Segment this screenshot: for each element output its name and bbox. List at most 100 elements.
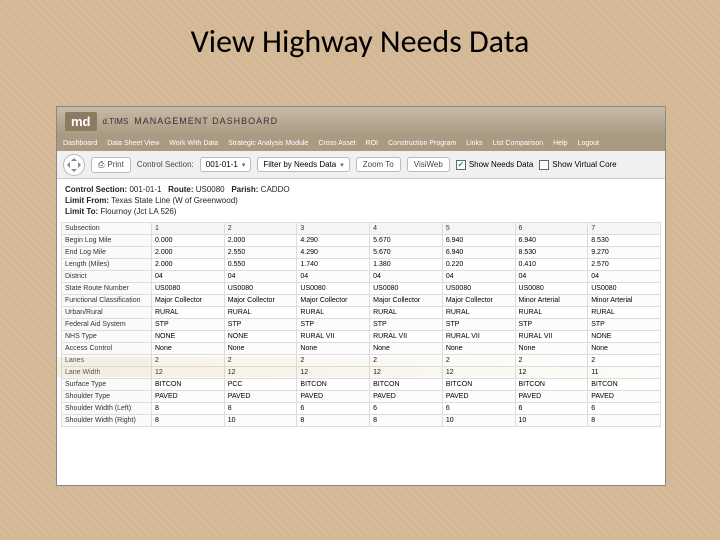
- table-row: Length (Miles)2.0000.5501.7401.3800.2200…: [62, 259, 661, 271]
- cell: 10: [224, 415, 297, 427]
- brand-bar: md d.TIMS MANAGEMENT DASHBOARD: [57, 107, 665, 135]
- row-label: Federal Aid System: [62, 319, 152, 331]
- control-section-label: Control Section:: [137, 160, 194, 169]
- cell: 2.570: [588, 259, 661, 271]
- cell: 8: [152, 415, 225, 427]
- menu-item[interactable]: Logout: [578, 140, 599, 147]
- cell: 2: [370, 355, 443, 367]
- cell: 10: [442, 415, 515, 427]
- cell: 12: [442, 367, 515, 379]
- menu-item[interactable]: Help: [553, 140, 567, 147]
- column-header: 3: [297, 223, 370, 235]
- cell: 04: [515, 271, 588, 283]
- cell: 2: [224, 355, 297, 367]
- row-label: Lane Width: [62, 367, 152, 379]
- cell: BITCON: [152, 379, 225, 391]
- cell: STP: [515, 319, 588, 331]
- cell: RURAL: [224, 307, 297, 319]
- cell: RURAL: [588, 307, 661, 319]
- cell: 2: [297, 355, 370, 367]
- cell: US0080: [224, 283, 297, 295]
- cell: RURAL VII: [297, 331, 370, 343]
- table-row: Lanes2222222: [62, 355, 661, 367]
- menu-item[interactable]: Cross Asset: [318, 140, 355, 147]
- slide: View Highway Needs Data md d.TIMS MANAGE…: [0, 0, 720, 540]
- cell: 6: [297, 403, 370, 415]
- row-label: Shoulder Width (Left): [62, 403, 152, 415]
- cell: RURAL VII: [442, 331, 515, 343]
- cell: 4.290: [297, 235, 370, 247]
- column-header: 4: [370, 223, 443, 235]
- brand-title: MANAGEMENT DASHBOARD: [134, 116, 278, 126]
- slide-title: View Highway Needs Data: [0, 0, 720, 71]
- cell: RURAL VII: [515, 331, 588, 343]
- cell: 04: [224, 271, 297, 283]
- cell: 6.940: [442, 235, 515, 247]
- row-label: Shoulder Width (Right): [62, 415, 152, 427]
- row-label: Shoulder Type: [62, 391, 152, 403]
- show-virtual-checkbox[interactable]: Show Virtual Core: [539, 160, 616, 170]
- filter-select[interactable]: Filter by Needs Data ▾: [257, 157, 349, 172]
- cell: STP: [442, 319, 515, 331]
- grid-header-row: Subsection1234567: [62, 223, 661, 235]
- row-label: District: [62, 271, 152, 283]
- info-cs-label: Control Section:: [65, 185, 127, 194]
- cell: Major Collector: [442, 295, 515, 307]
- menu-item[interactable]: ROI: [366, 140, 378, 147]
- cell: None: [442, 343, 515, 355]
- cell: PCC: [224, 379, 297, 391]
- cell: NONE: [588, 331, 661, 343]
- column-header: 2: [224, 223, 297, 235]
- cell: None: [152, 343, 225, 355]
- info-block: Control Section: 001-01-1 Route: US0080 …: [57, 179, 665, 222]
- table-row: Access ControlNoneNoneNoneNoneNoneNoneNo…: [62, 343, 661, 355]
- table-row: End Log Mile2.0002.5504.2905.6706.9408.5…: [62, 247, 661, 259]
- cell: BITCON: [370, 379, 443, 391]
- cell: 04: [152, 271, 225, 283]
- control-section-select[interactable]: 001-01-1 ▾: [200, 157, 252, 172]
- info-to-label: Limit To:: [65, 207, 98, 216]
- cell: 04: [442, 271, 515, 283]
- menu-item[interactable]: Links: [466, 140, 482, 147]
- row-label: End Log Mile: [62, 247, 152, 259]
- cell: PAVED: [588, 391, 661, 403]
- table-row: Federal Aid SystemSTPSTPSTPSTPSTPSTPSTP: [62, 319, 661, 331]
- print-button[interactable]: ⎙ Print: [91, 157, 131, 173]
- visiweb-button[interactable]: VisiWeb: [407, 157, 450, 172]
- cell: 5.670: [370, 235, 443, 247]
- data-grid: Subsection1234567 Begin Log Mile0.0002.0…: [61, 222, 661, 427]
- table-row: Lane Width12121212121211: [62, 367, 661, 379]
- nav-dpad[interactable]: [63, 154, 85, 176]
- info-parish-value: CADDO: [261, 185, 290, 194]
- cell: None: [370, 343, 443, 355]
- cell: 2.000: [224, 235, 297, 247]
- show-needs-checkbox[interactable]: ✔ Show Needs Data: [456, 160, 533, 170]
- cell: US0080: [588, 283, 661, 295]
- cell: 12: [297, 367, 370, 379]
- menu-item[interactable]: Dashboard: [63, 140, 97, 147]
- row-label: State Route Number: [62, 283, 152, 295]
- cell: 8: [588, 415, 661, 427]
- column-header: 6: [515, 223, 588, 235]
- menu-item[interactable]: Construction Program: [388, 140, 456, 147]
- cell: 12: [515, 367, 588, 379]
- info-parish-label: Parish:: [231, 185, 258, 194]
- cell: 6.940: [442, 247, 515, 259]
- brand-logo: md: [65, 112, 97, 131]
- cell: 6: [588, 403, 661, 415]
- show-virtual-label: Show Virtual Core: [552, 160, 616, 169]
- cell: 1.740: [297, 259, 370, 271]
- menu-item[interactable]: List Comparison: [493, 140, 544, 147]
- menu-item[interactable]: Data Sheet View: [107, 140, 159, 147]
- menu-item[interactable]: Strategic Analysis Module: [228, 140, 308, 147]
- row-label: NHS Type: [62, 331, 152, 343]
- cell: 2: [152, 355, 225, 367]
- cell: 04: [588, 271, 661, 283]
- app-window: md d.TIMS MANAGEMENT DASHBOARD Dashboard…: [56, 106, 666, 486]
- info-to-value: Flournoy (Jct LA 526): [100, 207, 176, 216]
- menu-item[interactable]: Work With Data: [169, 140, 218, 147]
- column-header: 7: [588, 223, 661, 235]
- table-row: State Route NumberUS0080US0080US0080US00…: [62, 283, 661, 295]
- cell: RURAL: [515, 307, 588, 319]
- zoom-to-button[interactable]: Zoom To: [356, 157, 401, 172]
